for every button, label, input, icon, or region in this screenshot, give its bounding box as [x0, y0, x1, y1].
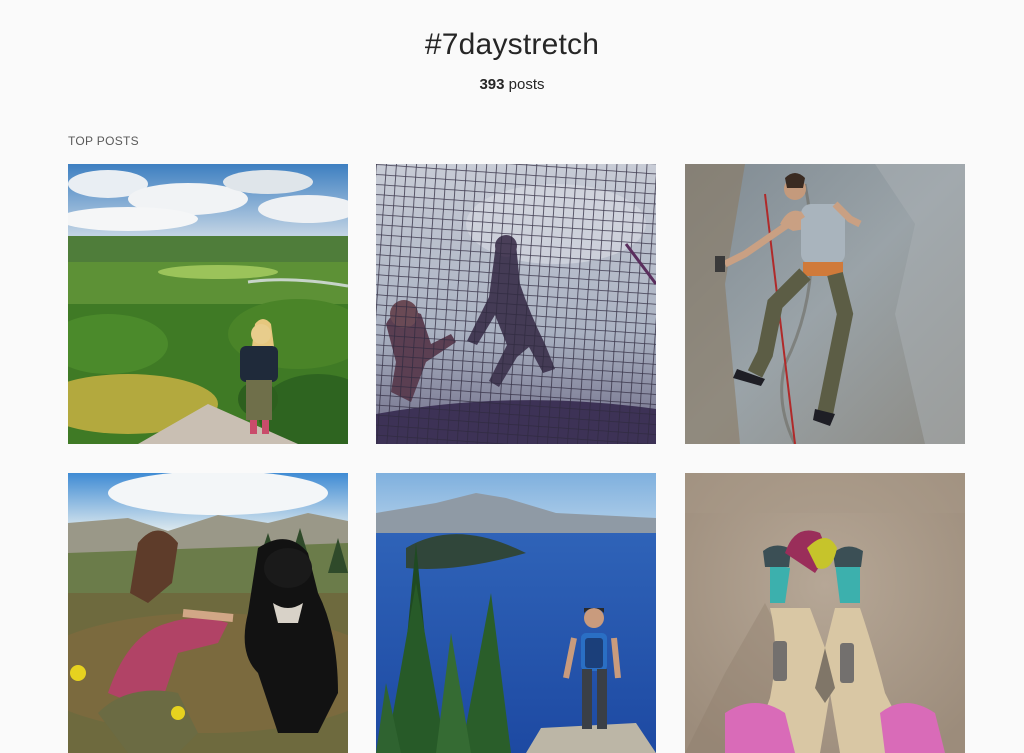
post-thumbnail-1[interactable]: [68, 164, 348, 444]
hashtag-title: #7daystretch: [424, 28, 600, 61]
post-count: 393 posts: [0, 76, 1024, 93]
post-image-hiker-valley: [68, 164, 348, 444]
post-image-climbing-net: [376, 164, 656, 444]
post-thumbnail-6[interactable]: [685, 473, 965, 753]
post-thumbnail-4[interactable]: [68, 473, 348, 753]
top-posts-label: TOP POSTS: [68, 134, 139, 148]
post-thumbnail-5[interactable]: [376, 473, 656, 753]
post-image-crater-lake: [376, 473, 656, 753]
post-image-climbing-shoes: [685, 473, 965, 753]
post-thumbnail-3[interactable]: [685, 164, 965, 444]
post-image-rock-climber: [685, 164, 965, 444]
post-thumbnail-2[interactable]: [376, 164, 656, 444]
post-image-woman-dog: [68, 473, 348, 753]
post-count-suffix: posts: [504, 76, 545, 93]
post-count-number: 393: [479, 76, 505, 93]
